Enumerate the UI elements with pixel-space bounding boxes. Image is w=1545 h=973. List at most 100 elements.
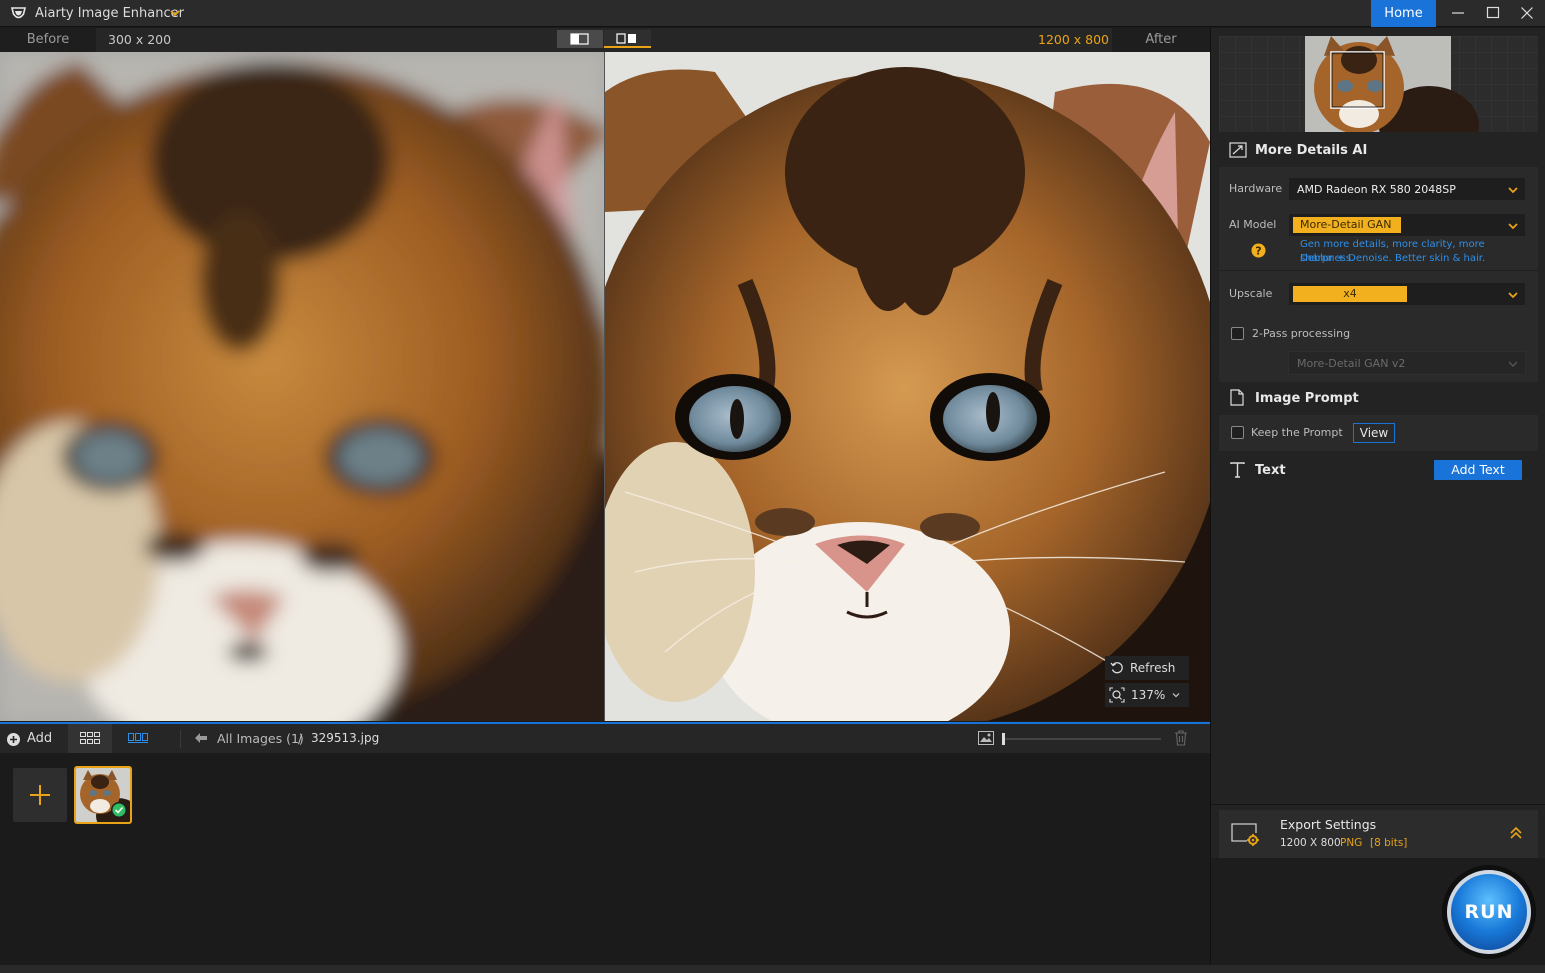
plus-circle-icon [7, 733, 20, 746]
chevron-down-icon [1508, 292, 1518, 299]
minimize-icon [1452, 12, 1464, 14]
chevron-down-icon [1508, 187, 1518, 194]
image-thumbnail[interactable] [74, 766, 132, 824]
export-settings[interactable]: Export Settings 1200 X 800 PNG [8 bits] [1219, 810, 1538, 858]
after-image [605, 52, 1210, 721]
two-pass-model-select[interactable]: More-Detail GAN v2 [1288, 351, 1526, 375]
view-prompt-button[interactable]: View [1353, 423, 1395, 443]
thumbnail-size-icon [978, 731, 994, 745]
zoom-control[interactable]: 137% [1105, 683, 1189, 707]
hardware-value: AMD Radeon RX 580 2048SP [1297, 183, 1456, 196]
export-size: 1200 X 800 [1280, 837, 1341, 849]
compare-header: Before 300 x 200 1200 x 800 After [0, 28, 1210, 52]
view-mode-toggle [557, 30, 651, 50]
plus-icon [30, 785, 50, 805]
document-icon [1230, 389, 1244, 406]
two-pass-label: 2-Pass processing [1252, 327, 1351, 340]
add-image-button[interactable]: Add [4, 730, 60, 748]
chevron-up-double-icon[interactable] [1509, 826, 1523, 840]
refresh-label: Refresh [1130, 661, 1176, 675]
home-button[interactable]: Home [1371, 0, 1436, 27]
app-logo-icon [10, 7, 27, 19]
close-button[interactable] [1510, 0, 1544, 27]
two-pass-checkbox[interactable] [1231, 327, 1244, 340]
app-title: Aiarty Image Enhancer [35, 6, 184, 21]
zoom-icon [1109, 687, 1125, 703]
close-icon [1521, 7, 1533, 19]
ai-model-label: AI Model [1229, 218, 1277, 231]
export-format: PNG [1340, 837, 1363, 849]
grid-view-button[interactable] [68, 724, 112, 753]
refresh-button[interactable]: Refresh [1105, 656, 1189, 680]
run-button[interactable]: RUN [1447, 870, 1531, 954]
toolbar-divider [180, 730, 181, 748]
back-arrow-icon[interactable] [194, 732, 208, 744]
hardware-label: Hardware [1229, 182, 1283, 195]
zoom-chevron-down-icon[interactable] [1171, 690, 1181, 700]
refresh-icon [1110, 662, 1123, 674]
chevron-down-icon [1508, 361, 1518, 367]
preview-grid [1219, 36, 1538, 132]
add-text-button[interactable]: Add Text [1434, 460, 1522, 480]
split-view-icon [570, 33, 589, 45]
ai-model-select[interactable]: More-Detail GAN v2 [1288, 213, 1526, 247]
before-size: 300 x 200 [108, 32, 172, 47]
filmstrip-view-button[interactable] [116, 724, 160, 753]
side-by-side-icon [616, 33, 636, 44]
settings-panel: More Details AI Hardware AMD Radeon RX 5… [1210, 28, 1545, 965]
breadcrumb-file: 329513.jpg [311, 731, 380, 745]
image-gallery [0, 753, 1210, 965]
svg-text:?: ? [1255, 245, 1261, 258]
app-menu-chevron-icon[interactable] [168, 6, 182, 20]
before-tab[interactable]: Before [0, 28, 96, 52]
two-pass-model-value: More-Detail GAN v2 [1297, 357, 1406, 370]
divider [1219, 270, 1538, 271]
side-by-side-button[interactable] [604, 30, 651, 48]
model-section-title: More Details AI [1255, 143, 1368, 158]
maximize-button[interactable] [1476, 0, 1510, 27]
upscale-label: Upscale [1229, 287, 1273, 300]
grid-icon [80, 732, 100, 744]
thumbnail-size-slider-handle[interactable] [1002, 733, 1005, 745]
keep-prompt-checkbox[interactable] [1231, 426, 1244, 439]
chevron-down-icon [1508, 223, 1518, 230]
title-bar: Aiarty Image Enhancer Home [0, 0, 1545, 27]
upscale-select[interactable]: x4 [1288, 282, 1526, 306]
before-image [0, 52, 604, 721]
keep-prompt-label: Keep the Prompt [1251, 426, 1343, 439]
add-image-tile[interactable] [13, 768, 67, 822]
split-view-button[interactable] [557, 30, 603, 48]
hardware-select[interactable]: AMD Radeon RX 580 2048SP [1288, 177, 1526, 201]
minimize-button[interactable] [1441, 0, 1475, 27]
text-tool-icon [1230, 462, 1245, 478]
maximize-icon [1486, 6, 1500, 19]
image-prompt-title: Image Prompt [1255, 391, 1359, 406]
divider [1211, 804, 1545, 805]
status-strip [0, 965, 1545, 973]
upscale-value: x4 [1293, 286, 1407, 302]
model-settings-box: Hardware AMD Radeon RX 580 2048SP AI Mod… [1219, 167, 1538, 382]
prompt-settings-box: Keep the Prompt View [1219, 415, 1538, 451]
run-area: RUN [1211, 858, 1545, 965]
breadcrumb-all-images[interactable]: All Images (1) [217, 731, 304, 746]
add-label: Add [27, 731, 53, 746]
processed-check-icon [111, 802, 127, 818]
text-section-title: Text [1255, 463, 1286, 478]
gallery-toolbar: Add All Images (1) / 329513.jpg [0, 722, 1210, 753]
navigator-preview[interactable] [1219, 36, 1538, 132]
filmstrip-icon [128, 733, 148, 743]
ai-model-description-2: Deblur + Denoise. Better skin & hair. [1300, 253, 1486, 264]
trash-icon[interactable] [1174, 730, 1188, 746]
export-settings-title: Export Settings [1280, 817, 1377, 832]
ai-model-value: More-Detail GAN v2 [1293, 217, 1401, 247]
after-size: 1200 x 800 [1038, 32, 1110, 47]
thumbnail-size-slider[interactable] [1003, 738, 1161, 740]
after-tab[interactable]: After [1112, 28, 1210, 52]
breadcrumb-separator: / [298, 731, 303, 746]
help-icon[interactable]: ? [1251, 243, 1266, 258]
zoom-value: 137% [1131, 688, 1166, 702]
more-details-ai-icon [1229, 142, 1247, 158]
image-viewer[interactable]: Refresh 137% [0, 52, 1210, 721]
export-settings-icon [1231, 823, 1259, 846]
export-bits: [8 bits] [1370, 837, 1408, 849]
